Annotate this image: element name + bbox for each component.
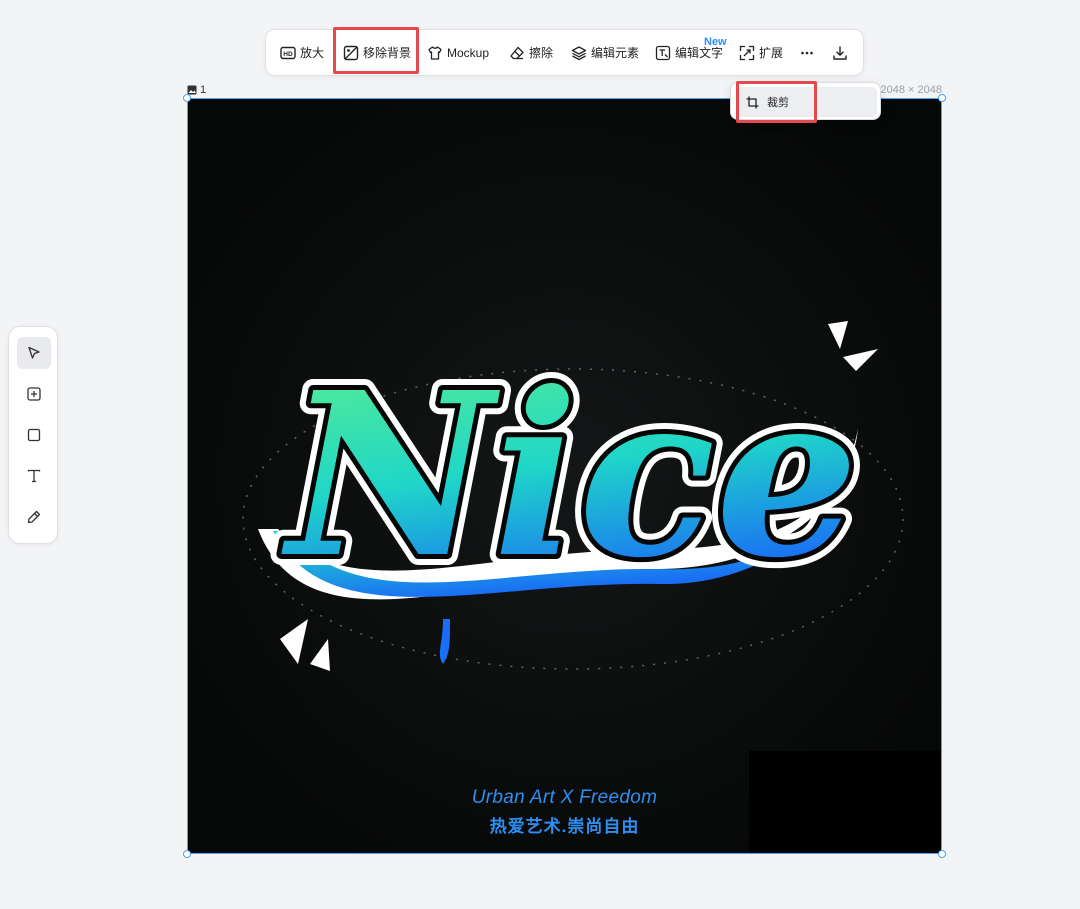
nice-artwork: Nice Nice Nice — [188, 99, 941, 853]
crop-menu-item[interactable]: 裁剪 — [736, 87, 877, 117]
caption-english: Urban Art X Freedom — [471, 787, 658, 808]
remove-background-button[interactable]: 移除背景 — [343, 30, 411, 75]
more-button[interactable] — [799, 30, 819, 75]
more-icon — [801, 51, 813, 54]
remove-background-icon — [343, 45, 359, 60]
hd-icon: HD — [280, 46, 296, 59]
edit-text-icon — [655, 45, 671, 60]
plus-square-icon — [27, 387, 41, 401]
image-index-tag: 1 — [187, 84, 206, 96]
upscale-button[interactable]: HD 放大 — [280, 30, 324, 75]
text-icon — [27, 469, 41, 483]
expand-icon — [739, 45, 755, 60]
left-toolbar — [8, 326, 58, 544]
crop-label: 裁剪 — [767, 97, 789, 109]
resize-handle-top-left[interactable] — [183, 94, 191, 102]
rectangle-tool-button[interactable] — [17, 419, 51, 451]
add-tool-button[interactable] — [17, 378, 51, 410]
image-index: 1 — [200, 84, 207, 96]
resize-handle-bottom-right[interactable] — [938, 850, 946, 858]
edit-text-label: 编辑文字 — [675, 45, 724, 60]
caption-chinese: 热爱艺术.崇尚自由 — [489, 817, 640, 836]
tshirt-icon — [428, 45, 442, 60]
image-toolbar: HD 放大 移除背景 Mockup 擦除 编辑元素 编辑文字 New 扩展 — [265, 27, 864, 76]
text-tool-button[interactable] — [17, 460, 51, 492]
artwork-canvas[interactable]: Nice Nice Nice Urban Art X Freedom 热爱艺术.… — [187, 98, 942, 854]
erase-button[interactable]: 擦除 — [509, 30, 553, 75]
edit-elements-button[interactable]: 编辑元素 — [571, 30, 639, 75]
erase-label: 擦除 — [529, 45, 554, 60]
crop-icon — [746, 96, 759, 108]
remove-background-label: 移除背景 — [363, 45, 412, 60]
upscale-label: 放大 — [300, 45, 325, 60]
pen-icon — [27, 510, 41, 524]
mockup-button[interactable]: Mockup — [427, 30, 489, 75]
mockup-label: Mockup — [447, 45, 490, 60]
pen-tool-button[interactable] — [17, 501, 51, 533]
nice-text: Nice — [281, 344, 858, 608]
eraser-icon — [510, 46, 524, 59]
resize-handle-bottom-left[interactable] — [183, 850, 191, 858]
image-dimensions: 2048 × 2048 — [880, 84, 942, 96]
svg-text:HD: HD — [283, 51, 293, 58]
resize-handle-top-right[interactable] — [938, 94, 946, 102]
edit-elements-label: 编辑元素 — [591, 45, 640, 60]
expand-label: 扩展 — [759, 45, 784, 60]
download-icon — [833, 46, 847, 60]
more-menu: 裁剪 — [730, 82, 881, 120]
new-badge: New — [704, 36, 727, 48]
layers-icon — [571, 45, 587, 60]
square-icon — [27, 428, 41, 442]
pointer-icon — [28, 346, 40, 359]
download-button[interactable] — [832, 30, 852, 75]
select-tool-button[interactable] — [17, 337, 51, 369]
expand-button[interactable]: 扩展 — [739, 30, 783, 75]
